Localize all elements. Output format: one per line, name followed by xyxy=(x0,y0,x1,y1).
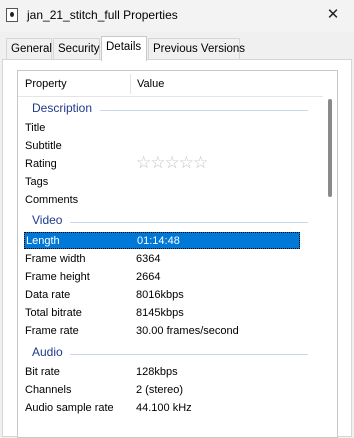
tab-previous-versions[interactable]: Previous Versions xyxy=(148,38,245,60)
list-item[interactable]: Comments xyxy=(24,191,300,209)
property-label: Channels xyxy=(25,384,72,396)
group-description: Description xyxy=(32,101,93,115)
property-value: 44.100 kHz xyxy=(136,402,192,414)
property-label: Data rate xyxy=(25,289,71,301)
property-label: Comments xyxy=(25,194,79,206)
file-icon xyxy=(6,8,18,22)
group-divider xyxy=(100,110,308,111)
property-label: Bit rate xyxy=(25,366,60,378)
scrollbar-thumb[interactable] xyxy=(328,99,332,197)
properties-window: jan_21_stitch_full Properties ✕ General … xyxy=(0,0,354,438)
list-item[interactable]: Channels 2 (stereo) xyxy=(24,381,300,399)
window-title: jan_21_stitch_full Properties xyxy=(27,8,178,22)
list-item[interactable]: Data rate 8016kbps xyxy=(24,286,300,304)
property-value: 6364 xyxy=(136,253,161,265)
title-bar[interactable]: jan_21_stitch_full Properties ✕ xyxy=(0,0,354,32)
property-label: Audio sample rate xyxy=(25,402,114,414)
property-label: Title xyxy=(25,122,46,134)
rating-stars-icon[interactable]: ☆☆☆☆☆ xyxy=(136,154,208,172)
list-item[interactable]: Length 01:14:48 xyxy=(24,232,300,249)
group-divider xyxy=(70,354,308,355)
property-value: 30.00 frames/second xyxy=(136,325,239,337)
property-label: Frame height xyxy=(25,271,90,283)
list-item[interactable]: Bit rate 128kbps xyxy=(24,363,300,381)
group-audio: Audio xyxy=(32,345,63,359)
property-value: 8145kbps xyxy=(136,307,184,319)
property-label: Frame rate xyxy=(25,325,79,337)
property-label: Total bitrate xyxy=(25,307,82,319)
property-value: 8016kbps xyxy=(136,289,184,301)
list-header: Property Value xyxy=(18,71,323,97)
column-header-property[interactable]: Property xyxy=(25,78,67,90)
column-header-value[interactable]: Value xyxy=(137,78,164,90)
property-value: 2664 xyxy=(136,271,161,283)
list-item[interactable]: Total bitrate 8145kbps xyxy=(24,304,300,322)
properties-list[interactable]: Property Value Description Title Subtitl… xyxy=(17,70,338,438)
list-item[interactable]: Tags xyxy=(24,173,300,191)
vertical-scrollbar[interactable] xyxy=(323,71,337,437)
tab-details[interactable]: Details xyxy=(101,36,147,61)
list-item[interactable]: Frame height 2664 xyxy=(24,268,300,286)
property-label: Tags xyxy=(25,176,49,188)
list-item[interactable]: Frame rate 30.00 frames/second xyxy=(24,322,300,340)
property-label: Length xyxy=(26,235,60,247)
property-value: 128kbps xyxy=(136,366,178,378)
group-divider xyxy=(70,222,308,223)
group-video: Video xyxy=(32,213,63,227)
list-item[interactable]: Audio sample rate 44.100 kHz xyxy=(24,399,300,417)
details-panel: Property Value Description Title Subtitl… xyxy=(2,59,352,438)
list-item[interactable]: Title xyxy=(24,119,300,137)
tab-general[interactable]: General xyxy=(6,38,52,60)
property-label: Frame width xyxy=(25,253,86,265)
property-value: 2 (stereo) xyxy=(136,384,184,396)
property-label: Subtitle xyxy=(25,140,62,152)
property-label: Rating xyxy=(25,158,57,170)
column-divider[interactable] xyxy=(130,74,131,94)
list-item[interactable]: Frame width 6364 xyxy=(24,250,300,268)
tab-strip: General Security Details Previous Versio… xyxy=(0,36,354,61)
list-item[interactable]: Rating ☆☆☆☆☆ xyxy=(24,154,300,173)
close-button[interactable]: ✕ xyxy=(318,3,348,27)
tab-security[interactable]: Security xyxy=(53,38,100,60)
property-value: 01:14:48 xyxy=(137,235,180,247)
